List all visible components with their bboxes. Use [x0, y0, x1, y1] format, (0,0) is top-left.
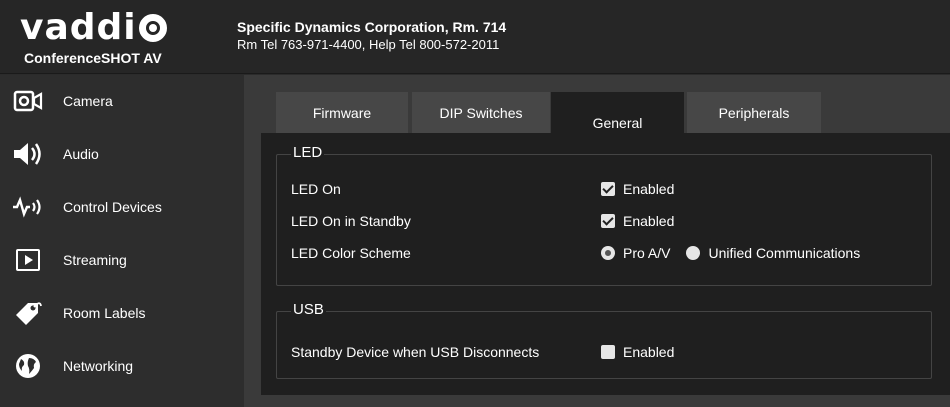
led-on-label: LED On — [291, 181, 341, 197]
usb-standby-value: Enabled — [601, 344, 674, 360]
sidebar-item-label: Camera — [63, 93, 113, 109]
led-color-scheme-label: LED Color Scheme — [291, 245, 411, 261]
sidebar-item-camera[interactable]: Camera — [0, 75, 244, 127]
sidebar-item-room-labels[interactable]: Room Labels — [0, 287, 244, 339]
pro-av-label: Pro A/V — [623, 245, 671, 261]
usb-section: USB Standby Device when USB Disconnects … — [276, 301, 932, 379]
brand-o-glyph — [138, 14, 167, 42]
camera-icon — [12, 85, 44, 117]
sidebar-item-label: Networking — [63, 358, 134, 374]
pro-av-radio[interactable] — [601, 246, 615, 260]
play-icon — [12, 244, 44, 276]
sidebar-item-audio[interactable]: Audio — [0, 128, 244, 180]
led-standby-label: LED On in Standby — [291, 213, 411, 229]
usb-standby-checkbox[interactable] — [601, 345, 615, 359]
led-on-enabled-label: Enabled — [623, 181, 675, 197]
led-section-title: LED — [291, 144, 325, 161]
usb-section-title: USB — [291, 301, 326, 318]
led-standby-enabled-label: Enabled — [623, 213, 675, 229]
sidebar-item-label: Room Labels — [63, 305, 146, 321]
sidebar-nav: Camera Audio Control Devices Streaming R… — [0, 75, 244, 407]
speaker-icon — [12, 138, 44, 170]
sidebar-item-networking[interactable]: Networking — [0, 340, 244, 392]
org-name: Specific Dynamics Corporation, Rm. 714 — [237, 19, 507, 35]
led-color-scheme-options: Pro A/V Unified Communications — [601, 245, 860, 261]
brand-wordmark: vaddi — [20, 8, 220, 48]
vaddio-logo: vaddi ConferenceSHOT AV — [20, 8, 220, 68]
sidebar-item-label: Audio — [63, 146, 99, 162]
control-devices-icon — [12, 191, 44, 223]
led-on-checkbox[interactable] — [601, 182, 615, 196]
led-standby-checkbox[interactable] — [601, 214, 615, 228]
product-name: ConferenceSHOT AV — [24, 50, 162, 66]
sidebar-item-control-devices[interactable]: Control Devices — [0, 181, 244, 233]
tab-dip-switches[interactable]: DIP Switches — [412, 92, 550, 134]
unified-communications-label: Unified Communications — [708, 245, 861, 261]
header-bar: vaddi ConferenceSHOT AV Specific Dynamic… — [0, 0, 950, 74]
org-info: Specific Dynamics Corporation, Rm. 714 R… — [237, 18, 506, 54]
led-standby-value: Enabled — [601, 213, 674, 229]
led-section: LED LED On Enabled LED On in Standby Ena… — [276, 144, 932, 286]
sidebar-item-label: Control Devices — [63, 199, 162, 215]
led-on-value: Enabled — [601, 181, 674, 197]
tab-firmware[interactable]: Firmware — [276, 92, 408, 134]
org-phone: Rm Tel 763-971-4400, Help Tel 800-572-20… — [237, 37, 500, 52]
tag-icon — [12, 297, 44, 329]
usb-standby-enabled-label: Enabled — [623, 344, 675, 360]
unified-communications-radio[interactable] — [686, 246, 701, 260]
usb-standby-label: Standby Device when USB Disconnects — [291, 344, 540, 360]
sidebar-item-label: Streaming — [63, 252, 127, 268]
main-panel: Firmware DIP Switches General Peripheral… — [244, 75, 950, 407]
general-settings-panel: LED LED On Enabled LED On in Standby Ena… — [261, 133, 950, 395]
sidebar-item-streaming[interactable]: Streaming — [0, 234, 244, 286]
globe-icon — [12, 350, 44, 382]
tab-peripherals[interactable]: Peripherals — [687, 92, 821, 134]
